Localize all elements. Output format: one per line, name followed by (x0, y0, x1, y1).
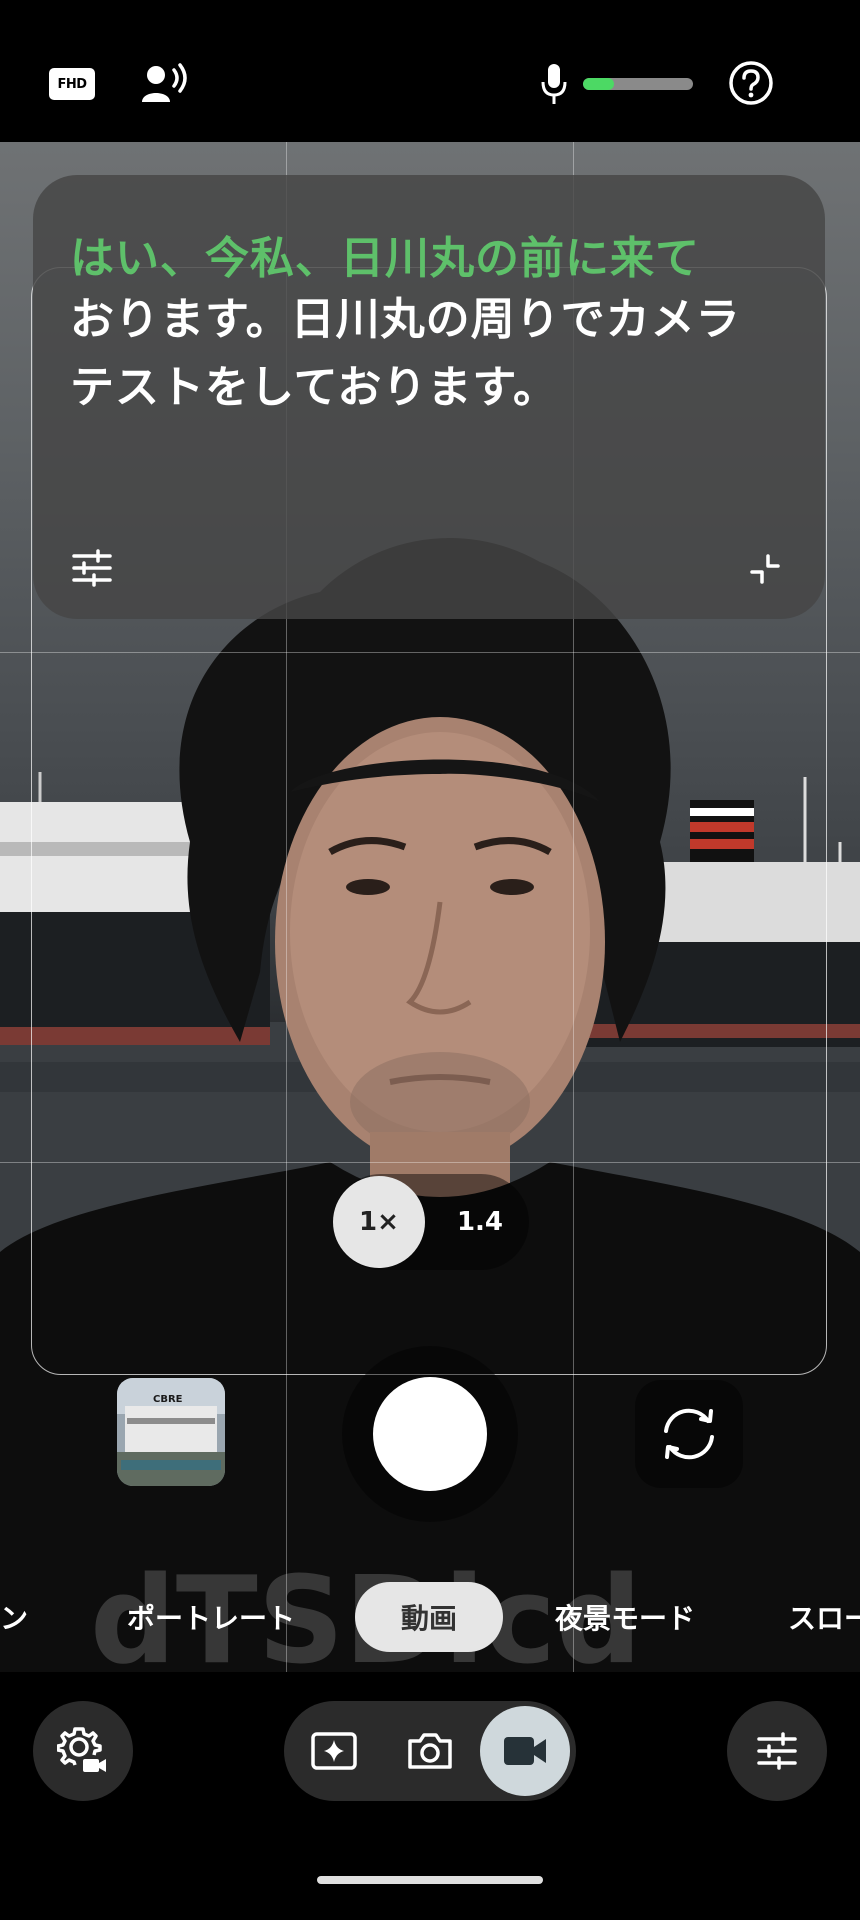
speaker-voice-icon[interactable] (140, 62, 190, 106)
help-icon[interactable] (728, 60, 774, 106)
flip-camera-icon (664, 1408, 714, 1460)
resolution-badge[interactable]: FHD (49, 68, 95, 100)
ai-enhance-button[interactable] (289, 1706, 379, 1796)
record-button[interactable] (373, 1377, 487, 1491)
home-indicator[interactable] (317, 1876, 543, 1884)
thumbnail-sign-text: CBRE (153, 1394, 183, 1405)
sliders-icon (757, 1732, 797, 1770)
status-bar: FHD (0, 0, 860, 142)
sparkle-frame-icon (311, 1732, 357, 1770)
camera-settings-icon (57, 1727, 106, 1772)
mode-item-slow[interactable]: スロー (788, 1582, 860, 1652)
mode-item-pan[interactable]: ン (0, 1582, 28, 1652)
mic-level-meter (583, 78, 693, 90)
caption-line-recognized: はい、今私、日川丸の前に来て (70, 233, 700, 284)
video-camera-icon (504, 1737, 546, 1765)
caption-outline-notch (730, 600, 830, 740)
microphone-icon (541, 64, 567, 104)
caption-settings-icon[interactable] (70, 548, 114, 588)
camera-settings-button[interactable] (33, 1701, 133, 1801)
caption-text-current: おります。日川丸の周りでカメラテストをしております。 (70, 294, 741, 413)
camera-icon (408, 1733, 452, 1769)
zoom-1x-button[interactable]: 1× (333, 1176, 425, 1268)
mode-item-night[interactable]: 夜景モード (555, 1582, 695, 1652)
mode-item-portrait[interactable]: ポートレート (127, 1582, 295, 1652)
minimize-icon[interactable] (748, 552, 782, 586)
mode-item-video[interactable]: 動画 (355, 1582, 503, 1652)
photo-mode-button[interactable] (385, 1706, 475, 1796)
video-mode-button[interactable] (480, 1706, 570, 1796)
adjustments-button[interactable] (727, 1701, 827, 1801)
zoom-1-4-button[interactable]: 1.4 (445, 1176, 515, 1268)
mic-level-fill (583, 78, 614, 90)
gallery-thumbnail[interactable]: CBRE (117, 1378, 225, 1486)
mode-selector: ン ポートレート 動画 夜景モード スロー (0, 1582, 860, 1652)
